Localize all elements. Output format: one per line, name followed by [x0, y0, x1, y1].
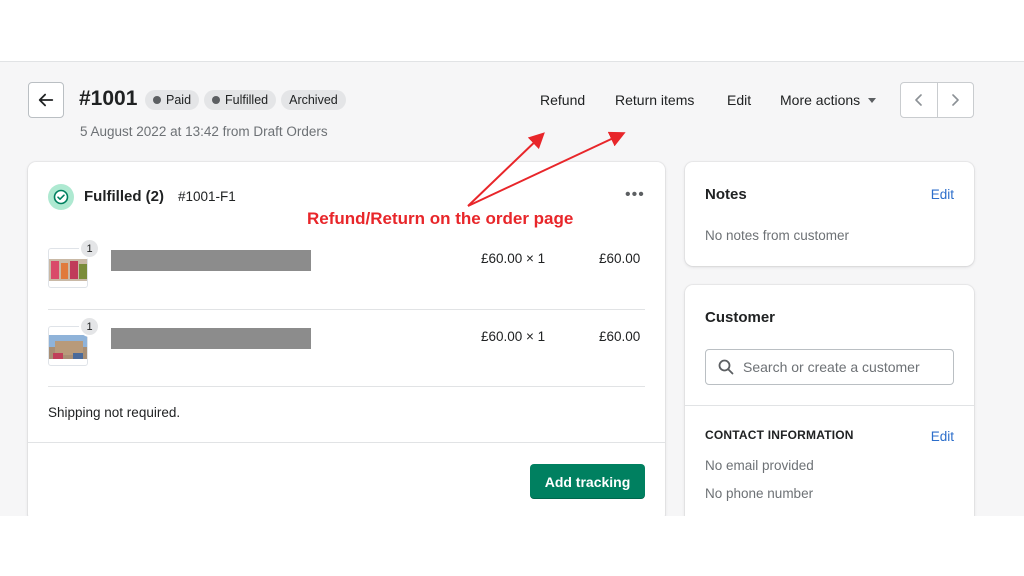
annotation-label: Refund/Return on the order page	[307, 209, 574, 228]
annotation-arrow-return	[467, 131, 626, 207]
annotation-arrows	[467, 131, 626, 207]
annotation-arrow-refund	[467, 132, 545, 207]
order-page: #1001 Paid Fulfilled Archived 5 August 2…	[0, 61, 1024, 516]
